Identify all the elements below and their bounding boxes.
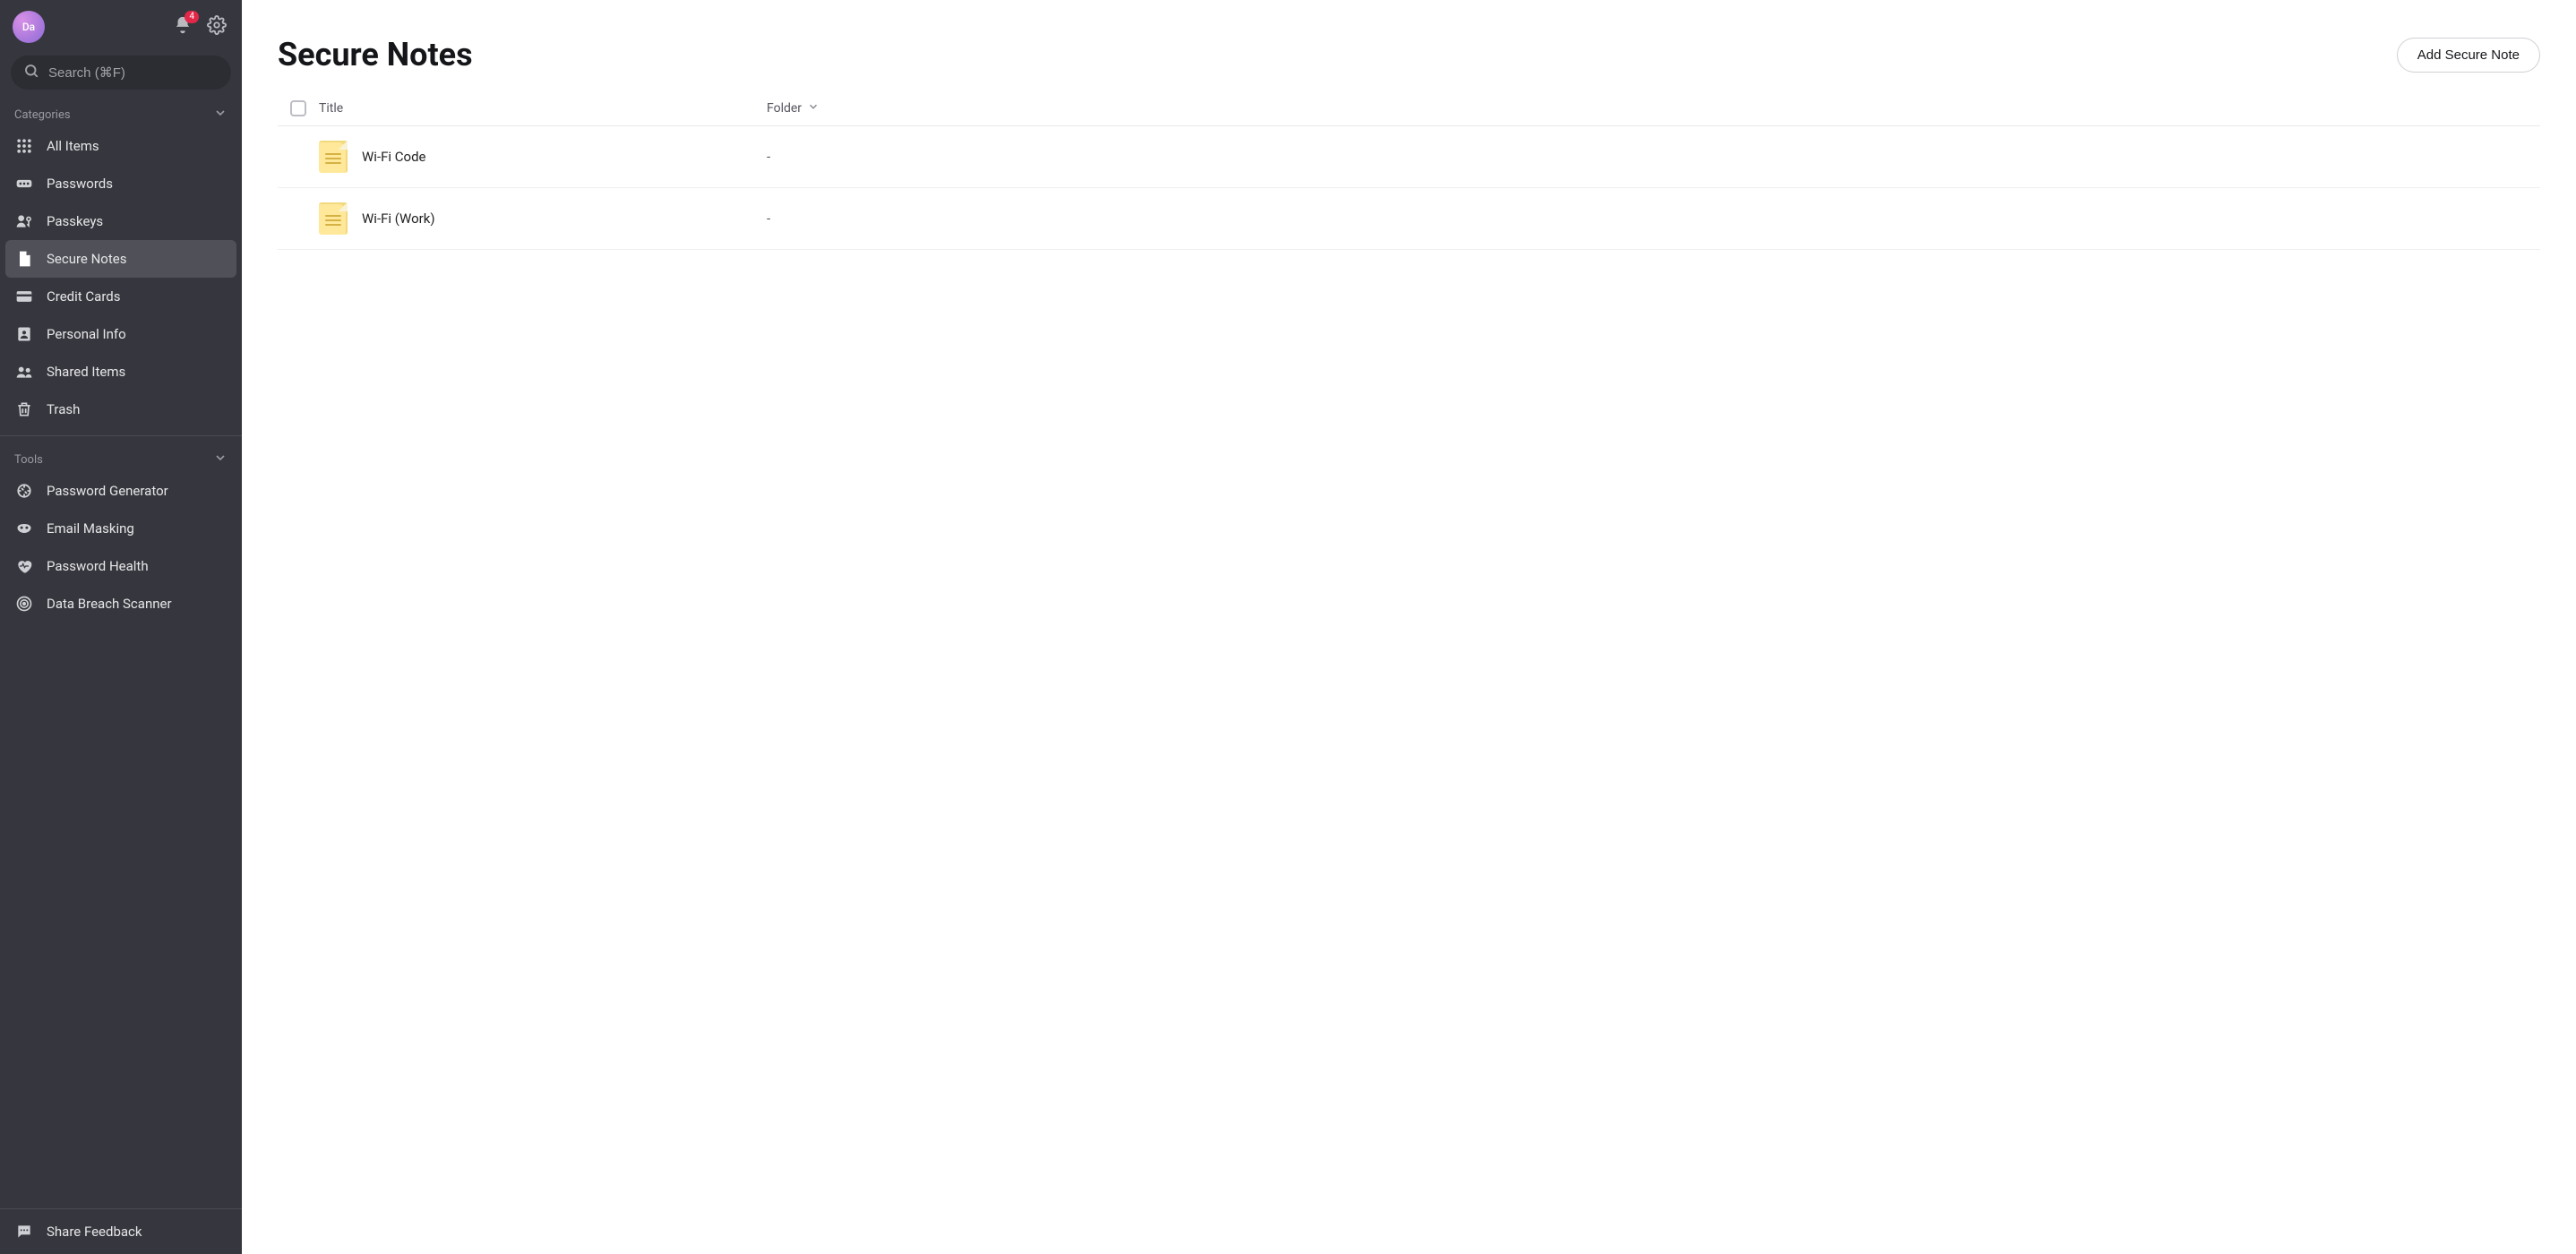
mask-icon [14, 519, 34, 538]
table-row[interactable]: Wi-Fi (Work) - [278, 188, 2540, 250]
sidebar: Da 4 Categories [0, 0, 242, 1254]
sidebar-divider [0, 435, 242, 436]
people-icon [14, 362, 34, 382]
column-header-title[interactable]: Title [319, 101, 767, 116]
notes-table: Title Folder Wi-Fi Code - Wi-Fi (Work) - [278, 91, 2540, 250]
grid-icon [14, 136, 34, 156]
chevron-down-icon [213, 451, 228, 468]
share-feedback-button[interactable]: Share Feedback [0, 1209, 242, 1254]
sidebar-item-data-breach-scanner[interactable]: Data Breach Scanner [0, 585, 242, 623]
sidebar-item-label: Password Generator [47, 483, 168, 499]
sidebar-item-credit-cards[interactable]: Credit Cards [0, 278, 242, 315]
notifications-button[interactable]: 4 [170, 14, 195, 39]
chevron-down-icon [807, 100, 820, 116]
sidebar-item-secure-notes[interactable]: Secure Notes [5, 240, 236, 278]
row-folder: - [767, 210, 2540, 227]
sidebar-item-label: Email Masking [47, 520, 134, 537]
sidebar-item-all-items[interactable]: All Items [0, 127, 242, 165]
password-icon [14, 174, 34, 193]
sidebar-item-label: Share Feedback [47, 1224, 142, 1240]
id-card-icon [14, 324, 34, 344]
sidebar-item-label: All Items [47, 138, 99, 154]
chat-icon [14, 1222, 34, 1241]
page-title: Secure Notes [278, 36, 473, 73]
credit-card-icon [14, 287, 34, 306]
sidebar-item-password-generator[interactable]: Password Generator [0, 472, 242, 510]
sidebar-item-shared-items[interactable]: Shared Items [0, 353, 242, 391]
trash-icon [14, 399, 34, 419]
sidebar-item-label: Secure Notes [47, 251, 126, 267]
categories-header[interactable]: Categories [0, 99, 242, 127]
sidebar-item-label: Trash [47, 401, 80, 417]
column-header-folder[interactable]: Folder [767, 100, 2540, 116]
search-input[interactable] [48, 65, 227, 81]
sidebar-item-email-masking[interactable]: Email Masking [0, 510, 242, 547]
sidebar-item-label: Password Health [47, 558, 149, 574]
heart-pulse-icon [14, 556, 34, 576]
sidebar-item-password-health[interactable]: Password Health [0, 547, 242, 585]
settings-button[interactable] [204, 14, 229, 39]
sidebar-item-personal-info[interactable]: Personal Info [0, 315, 242, 353]
passkey-icon [14, 211, 34, 231]
categories-header-label: Categories [14, 108, 71, 122]
avatar[interactable]: Da [13, 11, 45, 43]
column-header-folder-label: Folder [767, 101, 802, 116]
tools-header-label: Tools [14, 453, 43, 467]
row-checkbox[interactable] [290, 210, 306, 227]
row-checkbox[interactable] [290, 149, 306, 165]
sidebar-item-trash[interactable]: Trash [0, 391, 242, 428]
sidebar-item-label: Personal Info [47, 326, 126, 342]
page-header: Secure Notes Add Secure Note [278, 0, 2540, 91]
sidebar-item-label: Passwords [47, 176, 113, 192]
search-icon [23, 63, 39, 82]
avatar-initials: Da [22, 21, 35, 33]
row-title: Wi-Fi (Work) [362, 210, 435, 227]
sidebar-item-passkeys[interactable]: Passkeys [0, 202, 242, 240]
table-row[interactable]: Wi-Fi Code - [278, 126, 2540, 188]
chevron-down-icon [213, 106, 228, 124]
table-body: Wi-Fi Code - Wi-Fi (Work) - [278, 126, 2540, 250]
sidebar-item-label: Shared Items [47, 364, 125, 380]
sidebar-item-label: Data Breach Scanner [47, 596, 172, 612]
secure-note-icon [319, 141, 348, 173]
sidebar-item-label: Credit Cards [47, 288, 120, 305]
sidebar-top: Da 4 [0, 0, 242, 50]
sidebar-item-label: Passkeys [47, 213, 103, 229]
row-folder: - [767, 149, 2540, 165]
select-all-checkbox[interactable] [290, 100, 306, 116]
secure-note-icon [319, 202, 348, 235]
row-title: Wi-Fi Code [362, 149, 426, 165]
generator-icon [14, 481, 34, 501]
add-secure-note-button[interactable]: Add Secure Note [2397, 38, 2540, 73]
tools-header[interactable]: Tools [0, 443, 242, 472]
notification-badge: 4 [185, 11, 199, 23]
sidebar-item-passwords[interactable]: Passwords [0, 165, 242, 202]
search-input-wrapper[interactable] [11, 56, 231, 90]
table-header-row: Title Folder [278, 91, 2540, 126]
gear-icon [207, 15, 227, 39]
tools-list: Password Generator Email Masking Passwor… [0, 472, 242, 623]
main-content: Secure Notes Add Secure Note Title Folde… [242, 0, 2576, 1254]
radar-icon [14, 594, 34, 614]
sidebar-footer: Share Feedback [0, 1208, 242, 1254]
categories-list: All Items Passwords Passkeys Secure Note… [0, 127, 242, 428]
note-icon [14, 249, 34, 269]
